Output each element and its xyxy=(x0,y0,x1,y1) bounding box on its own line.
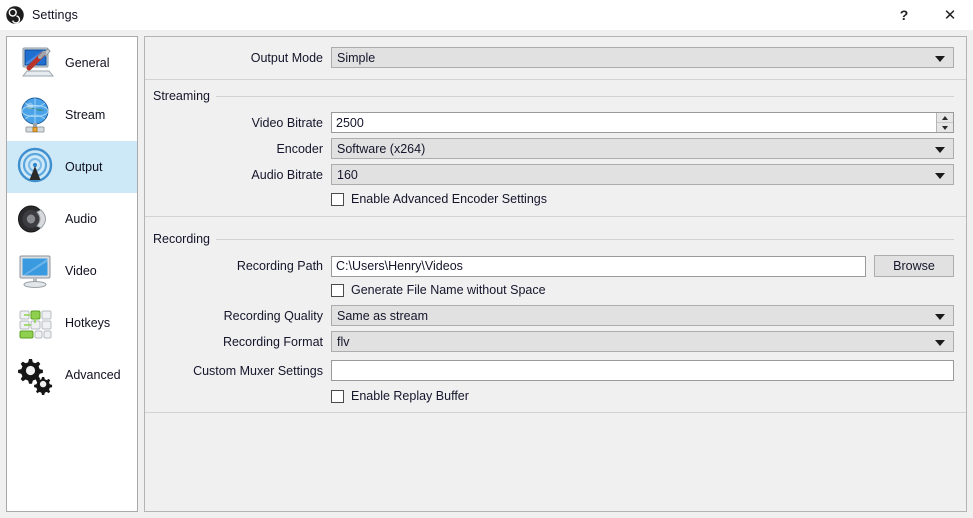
browse-button[interactable]: Browse xyxy=(874,255,954,277)
recording-path-input[interactable]: C:\Users\Henry\Videos xyxy=(331,255,866,277)
window-title: Settings xyxy=(32,7,78,22)
keyboard-keys-icon xyxy=(19,310,52,339)
sidebar-item-hotkeys[interactable]: Hotkeys xyxy=(7,297,137,349)
custom-muxer-row: Custom Muxer Settings xyxy=(145,360,966,381)
group-divider xyxy=(215,238,954,240)
video-bitrate-value: 2500 xyxy=(336,115,364,130)
streaming-group-header: Streaming xyxy=(145,80,966,103)
streaming-group: Streaming Video Bitrate 2500 Encoder Sof… xyxy=(145,80,966,223)
generate-filename-checkbox-row[interactable]: Generate File Name without Space xyxy=(145,283,966,297)
generate-filename-label: Generate File Name without Space xyxy=(351,283,546,297)
audio-bitrate-label: Audio Bitrate xyxy=(251,167,323,182)
output-settings-pane: Output Mode Simple Streaming Video Bitra… xyxy=(144,36,967,512)
spinner-up-button[interactable] xyxy=(937,113,953,123)
monitor-icon xyxy=(19,255,51,288)
speaker-icon xyxy=(18,205,46,233)
audio-bitrate-row: Audio Bitrate 160 xyxy=(145,164,966,185)
sidebar-item-advanced[interactable]: Advanced xyxy=(7,349,137,401)
settings-category-list[interactable]: General Stream Output Audio Video Hotkey… xyxy=(6,36,138,512)
triangle-up-icon xyxy=(942,115,948,120)
advanced-encoder-label: Enable Advanced Encoder Settings xyxy=(351,192,547,206)
help-button[interactable]: ? xyxy=(881,0,927,29)
group-divider xyxy=(215,95,954,97)
spinner-buttons[interactable] xyxy=(936,113,953,132)
encoder-dropdown[interactable]: Software (x264) xyxy=(331,138,954,159)
video-bitrate-row: Video Bitrate 2500 xyxy=(145,112,966,133)
output-mode-label: Output Mode xyxy=(250,50,323,65)
generate-filename-checkbox[interactable] xyxy=(331,283,344,297)
sidebar-item-label: General xyxy=(65,56,110,70)
recording-quality-label: Recording Quality xyxy=(223,308,323,323)
replay-buffer-checkbox[interactable] xyxy=(331,389,344,403)
encoder-label: Encoder xyxy=(276,141,323,156)
recording-path-row: Recording Path C:\Users\Henry\Videos Bro… xyxy=(145,255,966,277)
recording-group-title: Recording xyxy=(153,232,210,246)
gears-icon xyxy=(18,359,53,395)
chevron-down-icon xyxy=(935,55,945,62)
monitor-screwdriver-icon xyxy=(21,47,55,77)
sidebar-item-general[interactable]: General xyxy=(7,37,137,89)
title-bar: Settings ? ✕ xyxy=(0,0,973,30)
streaming-group-title: Streaming xyxy=(153,89,210,103)
output-mode-dropdown[interactable]: Simple xyxy=(331,47,954,68)
sidebar-item-stream[interactable]: Stream xyxy=(7,89,137,141)
custom-muxer-input[interactable] xyxy=(331,360,954,381)
triangle-down-icon xyxy=(942,125,948,130)
output-mode-value: Simple xyxy=(337,50,376,65)
audio-bitrate-dropdown[interactable]: 160 xyxy=(331,164,954,185)
window-controls: ? ✕ xyxy=(881,0,973,29)
sidebar-item-label: Output xyxy=(65,160,103,174)
recording-quality-dropdown[interactable]: Same as stream xyxy=(331,305,954,326)
section-divider xyxy=(145,412,966,413)
spinner-down-button[interactable] xyxy=(937,123,953,132)
output-mode-section: Output Mode Simple xyxy=(145,37,966,80)
chevron-down-icon xyxy=(935,339,945,346)
output-mode-row: Output Mode Simple xyxy=(145,47,966,68)
recording-quality-row: Recording Quality Same as stream xyxy=(145,305,966,326)
sidebar-item-label: Audio xyxy=(65,212,97,226)
signal-antenna-icon xyxy=(17,147,53,183)
recording-quality-value: Same as stream xyxy=(337,308,429,323)
close-button[interactable]: ✕ xyxy=(927,0,973,29)
section-divider xyxy=(145,216,966,217)
video-bitrate-spinner[interactable]: 2500 xyxy=(331,112,954,133)
sidebar-item-audio[interactable]: Audio xyxy=(7,193,137,245)
sidebar-item-label: Video xyxy=(65,264,97,278)
recording-format-label: Recording Format xyxy=(222,334,323,349)
obs-logo-icon xyxy=(6,5,24,24)
recording-group-header: Recording xyxy=(145,223,966,246)
encoder-row: Encoder Software (x264) xyxy=(145,138,966,159)
custom-muxer-label: Custom Muxer Settings xyxy=(193,363,323,378)
sidebar-item-video[interactable]: Video xyxy=(7,245,137,297)
chevron-down-icon xyxy=(935,313,945,320)
advanced-encoder-checkbox[interactable] xyxy=(331,192,344,206)
audio-bitrate-value: 160 xyxy=(337,167,358,182)
sidebar-item-label: Advanced xyxy=(65,368,121,382)
advanced-encoder-checkbox-row[interactable]: Enable Advanced Encoder Settings xyxy=(145,192,966,206)
recording-path-label: Recording Path xyxy=(236,259,323,273)
sidebar-item-label: Hotkeys xyxy=(65,316,111,330)
sidebar-item-label: Stream xyxy=(65,108,106,122)
encoder-value: Software (x264) xyxy=(337,141,426,156)
recording-path-value: C:\Users\Henry\Videos xyxy=(336,259,463,273)
recording-format-dropdown[interactable]: flv xyxy=(331,331,954,352)
window-body: General Stream Output Audio Video Hotkey… xyxy=(0,30,973,518)
recording-group: Recording Recording Path C:\Users\Henry\… xyxy=(145,223,966,419)
chevron-down-icon xyxy=(935,172,945,179)
chevron-down-icon xyxy=(935,146,945,153)
video-bitrate-label: Video Bitrate xyxy=(251,115,323,130)
replay-buffer-checkbox-row[interactable]: Enable Replay Buffer xyxy=(145,389,966,403)
recording-format-value: flv xyxy=(337,334,350,349)
globe-broadcast-icon xyxy=(21,97,49,133)
recording-format-row: Recording Format flv xyxy=(145,331,966,352)
replay-buffer-label: Enable Replay Buffer xyxy=(351,389,469,403)
sidebar-item-output[interactable]: Output xyxy=(7,141,137,193)
